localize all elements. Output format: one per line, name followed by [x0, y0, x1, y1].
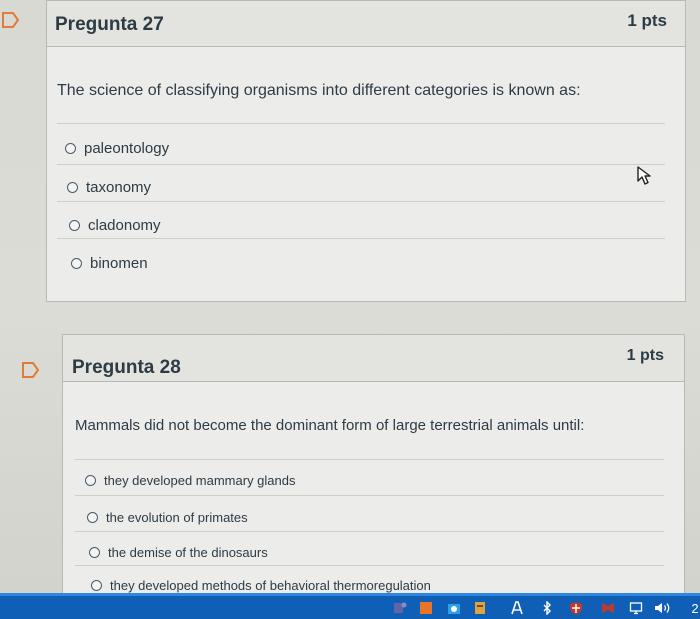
flag-question-27-icon[interactable] [2, 12, 20, 28]
answer-label: the evolution of primates [106, 510, 248, 525]
network-icon[interactable] [628, 601, 644, 615]
answer-label: they developed methods of behavioral the… [110, 578, 431, 593]
question-28-card: Pregunta 28 1 pts Mammals did not become… [62, 334, 685, 604]
answer-label: the demise of the dinosaurs [108, 545, 268, 560]
office-icon[interactable] [418, 601, 434, 615]
store-icon[interactable] [446, 601, 462, 615]
question-text: The science of classifying organisms int… [57, 82, 581, 99]
answer-option-taxonomy[interactable]: taxonomy [67, 179, 151, 196]
mouse-cursor-icon [636, 166, 654, 191]
question-points: 1 pts [626, 347, 664, 364]
clock-fragment[interactable]: 2 [690, 601, 700, 616]
divider [75, 459, 664, 460]
question-text: Mammals did not become the dominant form… [75, 417, 585, 434]
question-title: Pregunta 27 [55, 14, 164, 35]
question-27-header: Pregunta 27 1 pts [47, 1, 685, 47]
taskbar: 2 [0, 593, 700, 619]
mcafee-icon[interactable] [600, 601, 616, 615]
answer-option-binomen[interactable]: binomen [71, 255, 148, 272]
flag-question-28-icon[interactable] [22, 362, 40, 378]
question-27-card: Pregunta 27 1 pts The science of classif… [46, 0, 686, 302]
answer-option-mammary-glands[interactable]: they developed mammary glands [85, 473, 296, 488]
question-28-header: Pregunta 28 1 pts [63, 335, 684, 382]
answer-label: cladonomy [88, 217, 161, 234]
text-icon[interactable] [508, 601, 526, 615]
teams-icon[interactable] [392, 601, 408, 615]
answer-option-paleontology[interactable]: paleontology [65, 140, 169, 157]
question-title: Pregunta 28 [72, 357, 181, 378]
bluetooth-icon[interactable] [540, 601, 554, 615]
divider [57, 164, 665, 165]
answer-option-primates[interactable]: the evolution of primates [87, 510, 248, 525]
answer-option-cladonomy[interactable]: cladonomy [69, 217, 161, 234]
divider [57, 238, 665, 239]
radio-button[interactable] [69, 220, 80, 231]
answer-option-dinosaurs[interactable]: the demise of the dinosaurs [89, 545, 268, 560]
answer-label: taxonomy [86, 179, 152, 196]
answer-label: paleontology [84, 140, 170, 157]
shield-icon[interactable] [568, 601, 584, 615]
radio-button[interactable] [85, 475, 96, 486]
tool-icon[interactable] [472, 601, 488, 615]
radio-button[interactable] [67, 182, 78, 193]
answer-label: they developed mammary glands [104, 473, 296, 488]
question-points: 1 pts [627, 11, 667, 30]
answer-option-thermoregulation[interactable]: they developed methods of behavioral the… [91, 578, 431, 593]
divider [75, 565, 664, 566]
divider [57, 123, 665, 124]
radio-button[interactable] [89, 547, 100, 558]
divider [75, 531, 664, 532]
divider [57, 201, 665, 202]
taskbar-top-strip [0, 593, 700, 596]
radio-button[interactable] [71, 258, 82, 269]
radio-button[interactable] [91, 580, 102, 591]
answer-label: binomen [90, 255, 148, 272]
divider [75, 495, 664, 496]
volume-icon[interactable] [652, 601, 674, 615]
radio-button[interactable] [65, 143, 76, 154]
radio-button[interactable] [87, 512, 98, 523]
